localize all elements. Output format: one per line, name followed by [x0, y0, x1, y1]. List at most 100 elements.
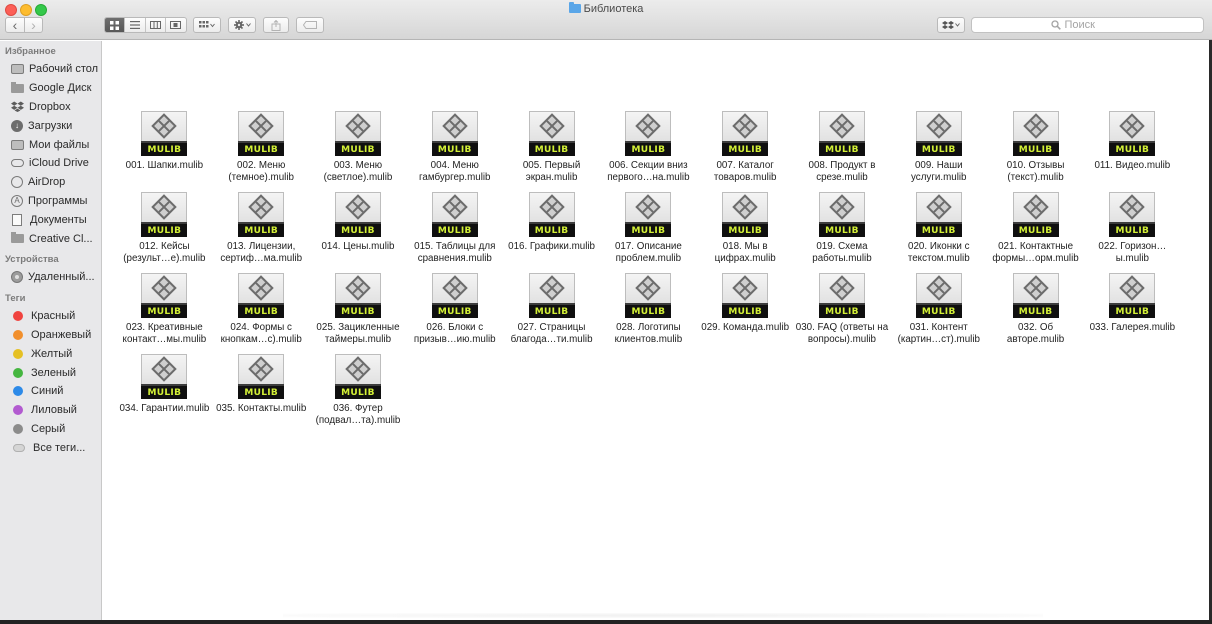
sidebar-item-all-tags[interactable]: Все теги...	[0, 438, 101, 457]
sidebar-item-label: Серый	[31, 422, 66, 435]
sidebar-item-downloads[interactable]: ↓ Загрузки	[0, 116, 101, 135]
file-item[interactable]: MULIB 028. Логотипы клиентов.mulib	[600, 273, 697, 354]
file-name-label: 033. Галерея.mulib	[1089, 322, 1176, 333]
file-type-badge: MULIB	[141, 303, 188, 318]
file-item[interactable]: MULIB 010. Отзывы (текст).mulib	[987, 111, 1084, 192]
file-item[interactable]: MULIB 003. Меню (светлое).mulib	[310, 111, 407, 192]
file-item[interactable]: MULIB 005. Первый экран.mulib	[503, 111, 600, 192]
file-item[interactable]: MULIB 004. Меню гамбургер.mulib	[406, 111, 503, 192]
column-view-button[interactable]	[146, 18, 166, 32]
sidebar-item-documents[interactable]: Документы	[0, 210, 101, 229]
sidebar-item-tag-blue[interactable]: Синий	[0, 382, 101, 401]
file-item[interactable]: MULIB 031. Контент (картин…ст).mulib	[890, 273, 987, 354]
file-item[interactable]: MULIB 021. Контактные формы…орм.mulib	[987, 192, 1084, 273]
forward-button[interactable]: ›	[24, 17, 43, 33]
file-item[interactable]: MULIB 011. Видео.mulib	[1084, 111, 1181, 192]
search-input[interactable]	[1064, 19, 1125, 31]
mulib-file-icon: MULIB	[722, 192, 769, 237]
sidebar-item-airdrop[interactable]: AirDrop	[0, 173, 101, 192]
file-type-badge: MULIB	[722, 222, 769, 237]
file-item[interactable]: MULIB 001. Шапки.mulib	[116, 111, 213, 192]
tags-button[interactable]	[296, 17, 324, 33]
sidebar-item-icloud-drive[interactable]: iCloud Drive	[0, 154, 101, 173]
file-name-label: 032. Об авторе.mulib	[1006, 322, 1065, 345]
mulib-file-icon: MULIB	[528, 192, 575, 237]
sidebar-item-label: Удаленный...	[28, 271, 95, 284]
file-item[interactable]: MULIB 007. Каталог товаров.mulib	[697, 111, 794, 192]
dropbox-toolbar-button[interactable]	[937, 17, 965, 33]
tag-dot-orange-icon	[13, 329, 23, 340]
file-item[interactable]: MULIB 016. Графики.mulib	[503, 192, 600, 273]
sidebar-item-label: Программы	[28, 194, 88, 207]
airdrop-icon	[11, 176, 23, 189]
view-mode-control	[104, 17, 187, 33]
sidebar-section-devices: Устройства	[5, 253, 59, 265]
action-menu-button[interactable]	[228, 17, 256, 33]
file-item[interactable]: MULIB 029. Команда.mulib	[697, 273, 794, 354]
sidebar-section-favorites: Избранное	[5, 46, 56, 57]
sidebar-item-tag-red[interactable]: Красный	[0, 307, 101, 326]
file-item[interactable]: MULIB 036. Футер (подвал…та).mulib	[310, 354, 407, 435]
window-bottom-edge	[0, 620, 1212, 624]
sidebar-item-dropbox[interactable]: Dropbox	[0, 98, 101, 117]
file-name-label: 020. Иконки с текстом.mulib	[907, 241, 970, 264]
file-item[interactable]: MULIB 034. Гарантии.mulib	[116, 354, 213, 435]
back-button[interactable]: ‹	[5, 17, 25, 33]
sidebar-item-creative-cloud[interactable]: Creative Cl...	[0, 229, 101, 248]
file-item[interactable]: MULIB 026. Блоки с призыв…ию.mulib	[406, 273, 503, 354]
file-item[interactable]: MULIB 009. Наши услуги.mulib	[890, 111, 987, 192]
file-item[interactable]: MULIB 032. Об авторе.mulib	[987, 273, 1084, 354]
sidebar-item-tag-orange[interactable]: Оранжевый	[0, 326, 101, 345]
diamond-glyph-icon	[829, 194, 855, 220]
diamond-glyph-icon	[442, 275, 468, 301]
icon-view-button[interactable]	[105, 18, 126, 32]
sidebar-item-tag-green[interactable]: Зеленый	[0, 363, 101, 382]
sidebar-item-applications[interactable]: A Программы	[0, 192, 101, 211]
file-item[interactable]: MULIB 017. Описание проблем.mulib	[600, 192, 697, 273]
file-item[interactable]: MULIB 012. Кейсы (результ…е).mulib	[116, 192, 213, 273]
file-item[interactable]: MULIB 013. Лицензии, сертиф…ма.mulib	[213, 192, 310, 273]
sidebar-item-desktop[interactable]: Рабочий стол	[0, 60, 101, 79]
columns-icon	[149, 21, 161, 29]
share-button[interactable]	[263, 17, 289, 33]
file-name-label: 002. Меню (темное).mulib	[228, 160, 294, 183]
sidebar-item-tag-purple[interactable]: Лиловый	[0, 401, 101, 420]
icon-grid-icon	[110, 20, 120, 30]
file-name-label: 003. Меню (светлое).mulib	[323, 160, 393, 183]
sidebar-item-google-drive[interactable]: Google Диск	[0, 79, 101, 98]
file-item[interactable]: MULIB 030. FAQ (ответы на вопросы).mulib	[794, 273, 891, 354]
file-item[interactable]: MULIB 008. Продукт в срезе.mulib	[794, 111, 891, 192]
file-item[interactable]: MULIB 018. Мы в цифрах.mulib	[697, 192, 794, 273]
file-item[interactable]: MULIB 020. Иконки с текстом.mulib	[890, 192, 987, 273]
file-item[interactable]: MULIB 019. Схема работы.mulib	[794, 192, 891, 273]
diamond-glyph-icon	[1022, 194, 1049, 220]
file-item[interactable]: MULIB 023. Креативные контакт…мы.mulib	[116, 273, 213, 354]
file-item[interactable]: MULIB 015. Таблицы для сравнения.mulib	[406, 192, 503, 273]
sidebar-item-remote-disc[interactable]: Удаленный...	[0, 268, 101, 287]
file-name-label: 036. Футер (подвал…та).mulib	[315, 403, 401, 426]
sidebar-item-all-files[interactable]: Мои файлы	[0, 135, 101, 154]
file-item[interactable]: MULIB 033. Галерея.mulib	[1084, 273, 1181, 354]
file-item[interactable]: MULIB 014. Цены.mulib	[310, 192, 407, 273]
file-item[interactable]: MULIB 027. Страницы благода…ти.mulib	[503, 273, 600, 354]
folder-icon	[11, 81, 24, 93]
search-field[interactable]	[971, 17, 1204, 33]
file-item[interactable]: MULIB 024. Формы с кнопкам…с).mulib	[213, 273, 310, 354]
sidebar-item-tag-gray[interactable]: Серый	[0, 420, 101, 439]
file-type-badge: MULIB	[625, 222, 672, 237]
list-view-button[interactable]	[125, 18, 146, 32]
sidebar-section-tags: Теги	[5, 292, 26, 304]
file-type-badge: MULIB	[1109, 222, 1156, 237]
file-item[interactable]: MULIB 025. Зацикленные таймеры.mulib	[310, 273, 407, 354]
file-item[interactable]: MULIB 022. Горизон…ы.mulib	[1084, 192, 1181, 273]
file-item[interactable]: MULIB 002. Меню (темное).mulib	[213, 111, 310, 192]
diamond-glyph-icon	[345, 275, 371, 301]
downloads-icon: ↓	[11, 119, 23, 132]
file-item[interactable]: MULIB 035. Контакты.mulib	[213, 354, 310, 435]
file-item[interactable]: MULIB 006. Секции вниз первого…на.mulib	[600, 111, 697, 192]
chevron-left-icon: ‹	[12, 17, 18, 33]
sidebar-item-tag-yellow[interactable]: Желтый	[0, 344, 101, 363]
arrange-button[interactable]	[193, 17, 221, 33]
file-name-label: 034. Гарантии.mulib	[119, 403, 210, 414]
cover-flow-button[interactable]	[166, 18, 186, 32]
